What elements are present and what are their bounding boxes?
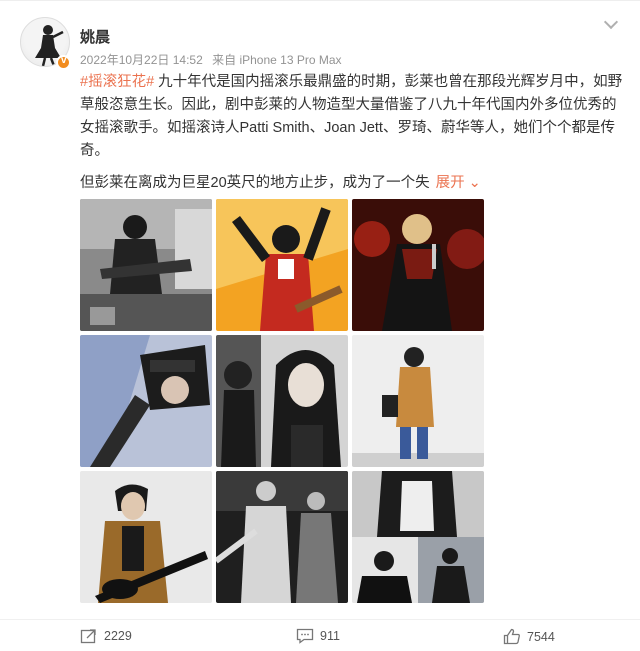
thumbs-up-icon xyxy=(503,628,520,645)
repost-count: 2229 xyxy=(104,629,132,643)
post-time[interactable]: 2022年10月22日 14:52 xyxy=(80,53,203,67)
photo-4[interactable] xyxy=(80,335,212,467)
photo-5[interactable] xyxy=(216,335,348,467)
post-body: 九十年代是国内摇滚乐最鼎盛的时期，彭莱也曾在那段光辉岁月中，如野草般恣意生长。因… xyxy=(80,74,623,159)
post-meta: 2022年10月22日 14:52 来自 iPhone 13 Pro Max xyxy=(80,51,348,68)
like-button[interactable]: 7544 xyxy=(503,628,555,645)
photo-2[interactable] xyxy=(216,199,348,331)
hashtag-link[interactable]: #摇滚狂花# xyxy=(80,74,154,90)
chevron-down-icon: ⌄ xyxy=(468,175,481,191)
comment-icon xyxy=(296,628,314,644)
post-text-continued: 但彭莱在离成为巨星20英尺的地方止步，成为了一个失 展开 ⌄ xyxy=(80,171,481,192)
like-count: 7544 xyxy=(527,629,555,644)
verified-badge-icon xyxy=(56,55,71,70)
comment-button[interactable]: 911 xyxy=(296,628,340,644)
expand-label: 展开 xyxy=(435,175,465,191)
photo-6[interactable] xyxy=(352,335,484,467)
action-bar: 2229 911 7544 xyxy=(0,619,640,651)
weibo-post: 姚晨 2022年10月22日 14:52 来自 iPhone 13 Pro Ma… xyxy=(0,0,640,651)
expand-link[interactable]: 展开 ⌄ xyxy=(436,175,481,191)
photo-7[interactable] xyxy=(80,471,212,603)
photo-9[interactable] xyxy=(352,471,484,603)
post-text: #摇滚狂花# 九十年代是国内摇滚乐最鼎盛的时期，彭莱也曾在那段光辉岁月中，如野草… xyxy=(80,71,625,163)
photo-grid xyxy=(80,199,484,603)
chevron-down-icon[interactable] xyxy=(602,15,620,33)
repost-button[interactable]: 2229 xyxy=(80,628,132,644)
post-body-line2: 但彭莱在离成为巨星20英尺的地方止步，成为了一个失 xyxy=(80,175,430,191)
repost-icon xyxy=(80,629,96,644)
photo-8[interactable] xyxy=(216,471,348,603)
photo-1[interactable] xyxy=(80,199,212,331)
photo-3[interactable] xyxy=(352,199,484,331)
comment-count: 911 xyxy=(320,629,340,643)
post-source: 来自 iPhone 13 Pro Max xyxy=(212,53,342,67)
username[interactable]: 姚晨 xyxy=(80,26,110,47)
